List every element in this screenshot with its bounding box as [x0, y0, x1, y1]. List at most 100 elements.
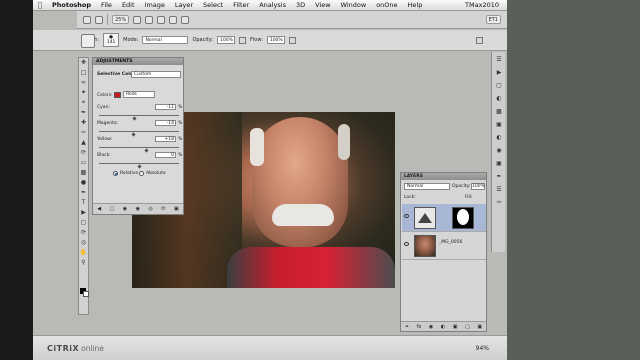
healing-brush-tool-icon[interactable]: ✚	[79, 119, 88, 127]
preset-select[interactable]: Custom	[131, 71, 181, 78]
new-group-icon[interactable]: ▣	[453, 324, 458, 330]
history-brush-tool-icon[interactable]: ⟳	[79, 149, 88, 157]
layer-style-icon[interactable]: fx	[417, 324, 422, 330]
eyedropper-tool-icon[interactable]: ✒	[79, 109, 88, 117]
menu-analysis[interactable]: Analysis	[254, 1, 291, 9]
menu-layer[interactable]: Layer	[170, 1, 198, 9]
3d-rotate-tool-icon[interactable]: ⟳	[79, 229, 88, 237]
panel-toggle-icon[interactable]	[476, 36, 483, 44]
menu-select[interactable]: Select	[198, 1, 228, 9]
channels-icon[interactable]: ▣	[494, 159, 504, 168]
screen-mode-icon[interactable]	[181, 15, 190, 24]
background-color-swatch[interactable]	[83, 291, 89, 297]
workspace-select[interactable]: ET1	[485, 15, 501, 24]
opacity-field[interactable]: 100%	[217, 36, 235, 44]
flow-field[interactable]: 100%	[266, 36, 285, 44]
layer-mask-thumbnail[interactable]	[452, 207, 474, 229]
lasso-tool-icon[interactable]: ∞	[79, 79, 88, 87]
eraser-tool-icon[interactable]: ▭	[79, 159, 88, 167]
menu-filter[interactable]: Filter	[228, 1, 254, 9]
new-layer-icon[interactable]: ▢	[465, 324, 470, 330]
swatches-icon[interactable]: ▩	[494, 107, 504, 116]
history-icon[interactable]: ☰	[494, 55, 504, 64]
brush-tool-preset-icon[interactable]	[81, 34, 95, 48]
clip-to-layer-icon[interactable]: ◉	[123, 206, 127, 212]
menubar-user[interactable]: TMax2010	[465, 1, 507, 9]
menu-help[interactable]: Help	[403, 1, 428, 9]
adjustment-layer-thumbnail[interactable]	[414, 207, 436, 229]
move-tool-icon[interactable]: ✥	[79, 59, 88, 67]
layers-icon[interactable]: ☰	[494, 185, 504, 194]
black-value[interactable]: 0	[155, 152, 176, 158]
navigator-icon[interactable]: ▢	[494, 81, 504, 90]
minibridge-icon[interactable]	[95, 15, 103, 24]
toggle-visibility-icon[interactable]: ◉	[136, 206, 140, 212]
expand-view-icon[interactable]: ▢	[110, 206, 115, 212]
blend-mode-select[interactable]: Normal	[404, 183, 450, 190]
relative-radio[interactable]	[113, 171, 118, 176]
previous-state-icon[interactable]: ◎	[148, 206, 152, 212]
adjustments-title[interactable]: ADJUSTMENTS	[93, 58, 183, 65]
menu-window[interactable]: Window	[336, 1, 372, 9]
menu-file[interactable]: File	[96, 1, 117, 9]
cyan-value[interactable]: -11	[155, 104, 176, 110]
masks-icon[interactable]: ◉	[494, 146, 504, 155]
layer-opacity-field[interactable]: 100%	[471, 183, 485, 190]
yellow-slider[interactable]	[99, 147, 179, 148]
hand-tool-icon[interactable]: ✋	[79, 249, 88, 257]
magenta-slider-knob[interactable]	[131, 132, 136, 137]
menu-onone[interactable]: onOne	[371, 1, 402, 9]
delete-icon[interactable]: ▣	[174, 206, 179, 212]
menu-3d[interactable]: 3D	[291, 1, 310, 9]
mode-select[interactable]: Normal	[142, 36, 189, 44]
marquee-tool-icon[interactable]: □	[79, 69, 88, 77]
layer-row-adjustment[interactable]	[402, 204, 486, 232]
layer-thumbnail[interactable]	[414, 235, 436, 257]
reset-icon[interactable]: ⟳	[161, 206, 165, 212]
layers-title[interactable]: LAYERS	[401, 173, 486, 180]
colors-select[interactable]: Reds	[123, 91, 155, 98]
path-select-tool-icon[interactable]: ▶	[79, 209, 88, 217]
cyan-slider[interactable]	[99, 115, 179, 116]
trash-icon[interactable]: ▣	[477, 324, 482, 330]
color-icon[interactable]: ◐	[494, 94, 504, 103]
zoom-level-select[interactable]: 25%	[112, 15, 130, 24]
zoom-tool-icon[interactable]: ⚲	[79, 259, 88, 267]
viewer-zoom[interactable]: 94%	[476, 345, 489, 352]
visibility-eye-icon[interactable]	[404, 242, 409, 246]
gradient-tool-icon[interactable]: ▩	[79, 169, 88, 177]
dodge-tool-icon[interactable]: ●	[79, 179, 88, 187]
airbrush-icon[interactable]	[288, 36, 296, 44]
crop-tool-icon[interactable]: ⌖	[79, 99, 88, 107]
brush-tool-icon[interactable]: ✑	[79, 129, 88, 137]
cyan-slider-knob[interactable]	[132, 116, 137, 121]
bridge-icon[interactable]	[83, 15, 91, 24]
pen-tool-icon[interactable]: ✒	[79, 189, 88, 197]
pressure-opacity-icon[interactable]	[239, 36, 246, 44]
new-adjustment-icon[interactable]: ◐	[441, 324, 445, 330]
menu-view[interactable]: View	[310, 1, 335, 9]
actions-icon[interactable]: ▶	[494, 68, 504, 77]
shape-tool-icon[interactable]: ▢	[79, 219, 88, 227]
adjustments-icon[interactable]: ◐	[494, 133, 504, 142]
link-layers-icon[interactable]: ⚭	[405, 324, 409, 330]
brush-picker[interactable]: ● 141	[103, 33, 120, 47]
layer-row-background[interactable]: _MG_0056	[402, 232, 486, 260]
apple-icon[interactable]: 	[33, 1, 47, 9]
menu-app[interactable]: Photoshop	[47, 1, 96, 9]
add-mask-icon[interactable]: ◉	[429, 324, 433, 330]
yellow-value[interactable]: +18	[155, 136, 176, 142]
black-slider-knob[interactable]	[136, 164, 142, 169]
yellow-slider-knob[interactable]	[144, 148, 149, 153]
magenta-value[interactable]: -14	[155, 120, 176, 126]
hand-icon[interactable]	[133, 15, 142, 24]
type-tool-icon[interactable]: T	[79, 199, 88, 207]
zoom-icon[interactable]	[145, 15, 154, 24]
visibility-eye-icon[interactable]	[404, 214, 409, 218]
arrange-documents-icon[interactable]	[169, 15, 178, 24]
return-to-list-icon[interactable]: ◀	[97, 206, 101, 212]
paths-icon[interactable]: ✒	[494, 172, 504, 181]
rotate-view-icon[interactable]	[157, 15, 166, 24]
styles-icon[interactable]: ▣	[494, 120, 504, 129]
menu-image[interactable]: Image	[140, 1, 170, 9]
